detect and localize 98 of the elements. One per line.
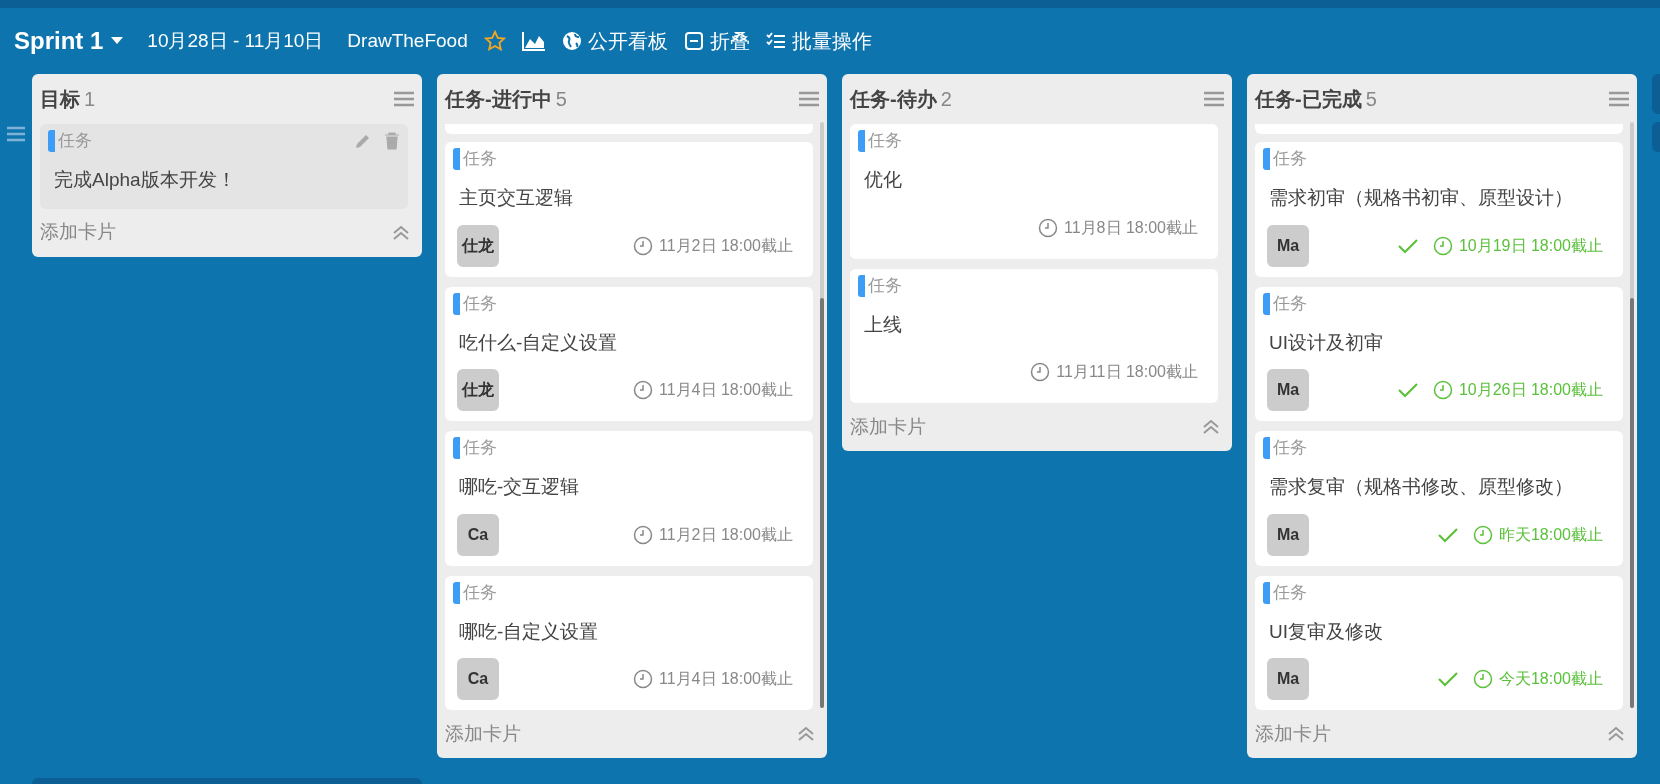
card-tag: 任务 (453, 437, 497, 459)
clock-icon (1432, 380, 1453, 400)
sprint-dates: 10月28日 - 11月10日 (147, 28, 324, 53)
clock-icon (633, 380, 653, 400)
card-title: UI复审及修改 (1269, 619, 1384, 644)
trash-icon[interactable] (384, 132, 400, 150)
task-card[interactable]: 任务 UI复审及修改 Ma 今天18:00截止 (1255, 575, 1623, 710)
star-icon[interactable] (483, 30, 506, 52)
task-card[interactable]: 任务 哪吃-自定义设置 Ca 11月4日 18:00截止 (445, 575, 813, 710)
assignee-avatar: Ca (457, 513, 499, 556)
card-title: 需求初审（规格书初审、原型设计） (1269, 186, 1574, 210)
card-tag: 任务 (1263, 292, 1307, 315)
scrollbar[interactable] (820, 122, 824, 708)
due-date: 11月4日 18:00截止 (659, 669, 793, 689)
due-date: 11月4日 18:00截止 (659, 380, 793, 400)
due-date: 11月2日 18:00截止 (659, 524, 793, 545)
clock-icon (1038, 217, 1058, 238)
check-icon (1436, 525, 1459, 544)
card-title: 完成Alpha版本开发！ (54, 168, 237, 192)
card-tag: 任务 (858, 130, 902, 152)
column-title: 任务-已完成 (1255, 87, 1362, 112)
clock-icon (633, 524, 653, 545)
double-chevron-up-icon[interactable] (392, 224, 410, 241)
task-card[interactable]: 任务 吃什么-自定义设置 仕龙 11月4日 18:00截止 (445, 286, 813, 421)
card-title: UI设计及初审 (1269, 330, 1384, 355)
pencil-icon[interactable] (354, 132, 372, 150)
assignee-avatar: Ma (1267, 658, 1309, 700)
clock-icon (1472, 669, 1493, 689)
project-name: DrawTheFood (347, 28, 468, 53)
assignee-avatar: 仕龙 (457, 224, 499, 267)
caret-icon (111, 37, 124, 45)
card-title: 吃什么-自定义设置 (459, 330, 619, 355)
task-card[interactable]: 任务 优化 11月8日 18:00截止 (850, 124, 1218, 259)
task-card[interactable]: 任务 需求复审（规格书修改、原型修改） Ma 昨天18:00截止 (1255, 431, 1623, 566)
card-title: 上线 (864, 312, 903, 337)
task-card[interactable]: 任务 需求初审（规格书初审、原型设计） Ma 10月19日 18:00截止 (1255, 142, 1623, 277)
card-tag: 任务 (1263, 437, 1307, 459)
task-card[interactable]: 任务 上线 11月11日 18:00截止 (850, 268, 1218, 403)
scrollbar[interactable] (1630, 122, 1634, 708)
due-date: 10月19日 18:00截止 (1458, 235, 1603, 256)
due-date: 11月8日 18:00截止 (1064, 217, 1198, 238)
card-tag: 任务 (48, 130, 92, 152)
assignee-avatar: Ma (1267, 224, 1309, 267)
column-title: 目标 (40, 87, 80, 112)
double-chevron-up-icon[interactable] (797, 726, 815, 742)
task-card[interactable]: 任务 主页交互逻辑 仕龙 11月2日 18:00截止 (445, 142, 813, 277)
card-count: 2 (940, 87, 952, 112)
card-count: 1 (84, 87, 96, 112)
due-date: 昨天18:00截止 (1498, 524, 1603, 545)
check-icon (1396, 381, 1419, 399)
clock-icon (633, 669, 653, 689)
card-tag: 任务 (1263, 148, 1307, 170)
assignee-avatar: Ma (1267, 513, 1309, 556)
menu-icon[interactable] (799, 91, 819, 107)
header-action[interactable]: 批量操作 (765, 26, 872, 56)
card-title: 哪吃-交互逻辑 (459, 475, 581, 499)
card-tag: 任务 (453, 148, 497, 170)
check-icon (1396, 236, 1419, 255)
clock-icon (1030, 362, 1051, 382)
menu-icon[interactable] (7, 126, 25, 142)
column-title: 任务-进行中 (445, 87, 552, 112)
column-title: 任务-待办 (850, 87, 937, 112)
assignee-avatar: 仕龙 (457, 369, 499, 411)
due-date: 11月11日 18:00截止 (1056, 362, 1198, 382)
menu-icon[interactable] (394, 91, 414, 107)
card-tag: 任务 (1263, 581, 1307, 604)
clock-icon (1432, 235, 1453, 256)
goal-card[interactable]: 任务 完成Alpha版本开发！ (40, 124, 408, 209)
card-tag: 任务 (453, 581, 497, 604)
card-title: 优化 (864, 168, 903, 192)
header-action[interactable]: 折叠 (683, 26, 750, 56)
globe-icon (561, 31, 582, 51)
double-chevron-up-icon[interactable] (1607, 726, 1625, 742)
check-icon (1436, 670, 1459, 688)
double-chevron-up-icon[interactable] (1202, 419, 1220, 435)
minus-square-icon (683, 31, 704, 51)
card-tag: 任务 (858, 274, 902, 297)
task-card[interactable]: 任务 UI设计及初审 Ma 10月26日 18:00截止 (1255, 286, 1623, 421)
header-action[interactable]: 公开看板 (561, 26, 668, 56)
due-date: 今天18:00截止 (1498, 669, 1603, 689)
due-date: 11月2日 18:00截止 (659, 235, 793, 256)
assignee-avatar: Ca (457, 658, 499, 700)
task-card[interactable]: 任务 哪吃-交互逻辑 Ca 11月2日 18:00截止 (445, 431, 813, 566)
clock-icon (1472, 524, 1493, 545)
menu-icon[interactable] (1204, 91, 1224, 107)
menu-icon[interactable] (1609, 91, 1629, 107)
card-title: 哪吃-自定义设置 (459, 619, 600, 644)
due-date: 10月26日 18:00截止 (1458, 380, 1603, 400)
card-tag: 任务 (453, 292, 497, 315)
area-chart-icon[interactable] (521, 31, 546, 51)
card-count: 5 (1365, 87, 1377, 112)
assignee-avatar: Ma (1267, 369, 1309, 411)
card-count: 5 (555, 87, 567, 112)
card-title: 主页交互逻辑 (459, 186, 574, 210)
checklist-icon (765, 31, 786, 51)
sprint-dropdown[interactable]: Sprint 1 (14, 23, 124, 59)
card-title: 需求复审（规格书修改、原型修改） (1269, 475, 1574, 499)
clock-icon (633, 235, 653, 256)
